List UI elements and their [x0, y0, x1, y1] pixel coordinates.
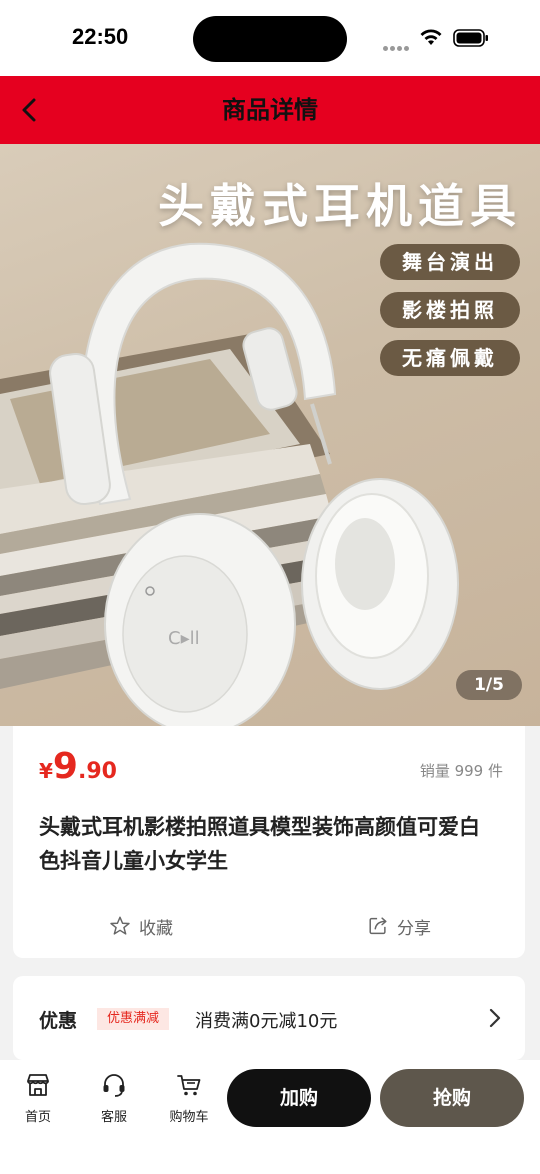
page-title: 商品详情	[222, 96, 318, 124]
battery-icon	[453, 29, 488, 47]
tab-home-label: 首页	[24, 1110, 51, 1125]
back-button[interactable]	[14, 92, 50, 128]
promotion-label: 优惠	[39, 1010, 78, 1032]
price-currency: ¥	[39, 759, 53, 783]
tab-home[interactable]: 首页	[8, 1068, 68, 1134]
share-label: 分享	[397, 918, 431, 939]
dynamic-island	[193, 16, 347, 62]
status-bar: 22:50	[0, 0, 540, 76]
favorite-label: 收藏	[139, 918, 173, 939]
nav-bar: 商品详情	[0, 76, 540, 144]
promotion-row[interactable]: 优惠 优惠满减 消费满0元减10元	[13, 976, 525, 1060]
product-actions: 收藏 分享	[13, 906, 525, 946]
share-icon	[369, 917, 387, 935]
price-integer: 9	[52, 746, 78, 787]
chevron-right-icon	[489, 1008, 501, 1028]
hero-tag: 舞台演出	[380, 244, 520, 280]
product-name: 头戴式耳机影楼拍照道具模型装饰高颜值可爱白色抖音儿童小女学生	[39, 815, 480, 873]
favorite-button[interactable]: 收藏	[109, 910, 173, 942]
wifi-icon	[420, 29, 442, 45]
headset-icon	[103, 1074, 125, 1097]
add-to-cart-button[interactable]: 加购	[227, 1069, 371, 1127]
price: ¥9.90	[39, 746, 117, 787]
product-info-card: ¥9.90 销量 999 件 头戴式耳机影楼拍照道具模型装饰高颜值可爱白色抖音儿…	[13, 726, 525, 958]
buy-now-button[interactable]: 抢购	[380, 1069, 524, 1127]
bottom-action-bar: 首页 客服 购物车 加购 抢购	[0, 1060, 540, 1174]
tab-customer-service[interactable]: 客服	[84, 1068, 144, 1134]
product-image-carousel[interactable]: C▸ll 头戴式耳机道具 舞台演出 影楼拍照 无痛佩戴 1/5	[0, 144, 540, 726]
tab-cart[interactable]: 购物车	[159, 1068, 219, 1134]
tab-cart-label: 购物车	[169, 1110, 209, 1125]
promotion-text: 消费满0元减10元	[195, 1011, 338, 1032]
image-counter: 1/5	[456, 670, 522, 700]
share-button[interactable]: 分享	[367, 910, 431, 942]
hero-tag: 影楼拍照	[380, 292, 520, 328]
price-decimal: .90	[77, 759, 117, 784]
svg-text:C▸ll: C▸ll	[168, 628, 200, 649]
promotion-badge: 优惠满减	[97, 1008, 170, 1030]
sales-count: 销量 999 件	[419, 762, 503, 780]
store-icon	[27, 1074, 49, 1096]
star-icon	[110, 916, 130, 935]
hero-headline: 头戴式耳机道具	[158, 179, 522, 233]
status-time: 22:50	[72, 24, 129, 49]
tab-customer-service-label: 客服	[100, 1110, 127, 1125]
hero-tag: 无痛佩戴	[380, 340, 520, 376]
cart-icon	[177, 1075, 201, 1096]
cellular-signal-icon	[383, 36, 411, 51]
